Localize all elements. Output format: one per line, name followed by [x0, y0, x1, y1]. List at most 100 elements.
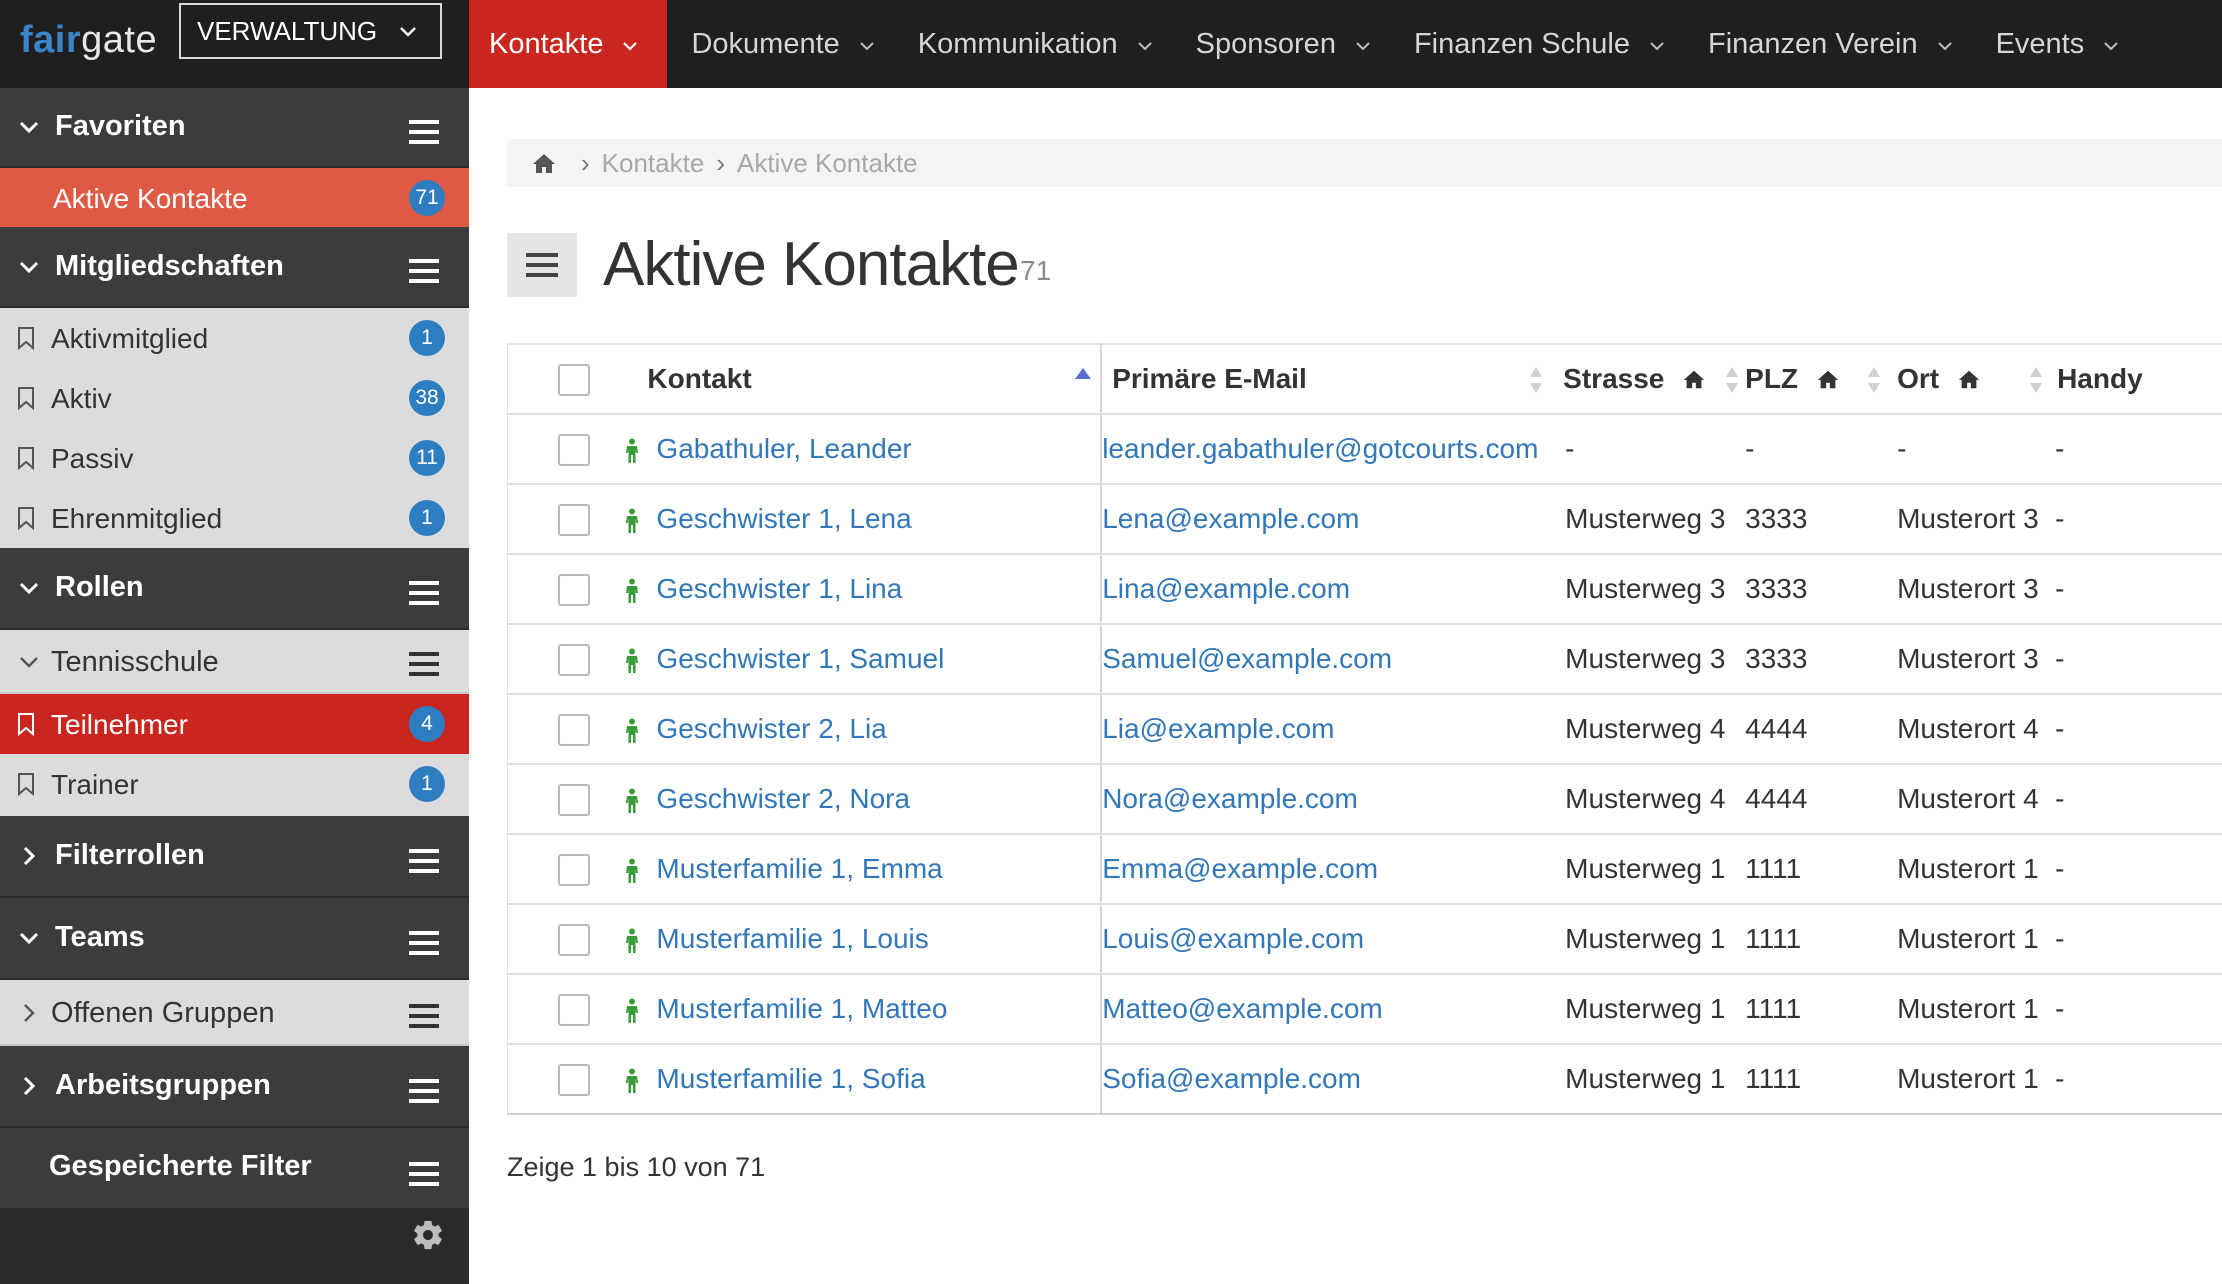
contact-name-link[interactable]: Musterfamilie 1, Sofia	[656, 1063, 925, 1094]
table-row[interactable]: Geschwister 1, Lena Lena@example.com Muste…	[507, 484, 2222, 555]
hamburger-menu-icon[interactable]	[409, 931, 439, 955]
table-row[interactable]: Geschwister 2, Nora Nora@example.com Muste…	[507, 764, 2222, 835]
row-checkbox[interactable]	[558, 503, 590, 536]
nav-dokumente[interactable]: Dokumente	[671, 0, 895, 88]
sidebar-item-aktiv[interactable]: Aktiv 38	[0, 368, 469, 428]
column-header-ort[interactable]: Ort	[1883, 343, 2046, 415]
contact-name-link[interactable]: Geschwister 2, Lia	[656, 713, 886, 744]
sidebar-subsection-offenen-gruppen[interactable]: Offenen Gruppen	[0, 980, 469, 1046]
bookmark-icon	[18, 773, 34, 796]
breadcrumb-link-kontakte[interactable]: Kontakte	[602, 148, 705, 179]
column-header-plz[interactable]: PLZ	[1741, 343, 1884, 415]
row-checkbox[interactable]	[558, 1063, 590, 1096]
sidebar-subsection-tennisschule[interactable]: Tennisschule	[0, 630, 469, 694]
contact-name-link[interactable]: Geschwister 1, Lena	[656, 503, 911, 534]
sidebar-section-gespeicherte-filter[interactable]: Gespeicherte Filter	[0, 1128, 469, 1210]
row-checkbox[interactable]	[558, 993, 590, 1026]
chevron-down-icon	[19, 261, 39, 274]
home-icon[interactable]	[531, 152, 557, 174]
nav-finanzen-verein[interactable]: Finanzen Verein	[1688, 0, 1974, 88]
contact-name-link[interactable]: Musterfamilie 1, Emma	[656, 853, 942, 884]
email-link[interactable]: Matteo@example.com	[1102, 993, 1383, 1024]
hamburger-menu-icon[interactable]	[409, 1004, 439, 1028]
email-link[interactable]: Lena@example.com	[1102, 503, 1359, 534]
hamburger-menu-icon[interactable]	[409, 652, 439, 676]
select-all-checkbox[interactable]	[558, 363, 590, 396]
table-row[interactable]: Musterfamilie 1, Sofia Sofia@example.com M…	[507, 1044, 2222, 1115]
email-link[interactable]: Lia@example.com	[1102, 713, 1334, 744]
table-row[interactable]: Musterfamilie 1, Emma Emma@example.com Mus…	[507, 834, 2222, 905]
hamburger-menu-icon[interactable]	[409, 1162, 439, 1186]
nav-kontakte[interactable]: Kontakte	[469, 0, 668, 88]
contact-name-link[interactable]: Geschwister 2, Nora	[656, 783, 910, 814]
column-header-label: Handy	[2057, 363, 2143, 394]
email-link[interactable]: Lina@example.com	[1102, 573, 1350, 604]
column-header-strasse[interactable]: Strasse	[1551, 343, 1742, 415]
row-checkbox[interactable]	[558, 573, 590, 606]
hamburger-menu-icon[interactable]	[409, 581, 439, 605]
table-row[interactable]: Musterfamilie 1, Louis Louis@example.com M…	[507, 904, 2222, 975]
nav-sponsoren[interactable]: Sponsoren	[1176, 0, 1392, 88]
hamburger-menu-icon[interactable]	[409, 1079, 439, 1103]
module-select[interactable]: VERWALTUNG	[179, 3, 442, 59]
contact-name-link[interactable]: Gabathuler, Leander	[656, 433, 911, 464]
hamburger-menu-icon[interactable]	[409, 120, 439, 144]
email-link[interactable]: Nora@example.com	[1102, 783, 1358, 814]
table-row[interactable]: Geschwister 1, Lina Lina@example.com Muste…	[507, 554, 2222, 625]
page-menu-button[interactable]	[507, 233, 577, 297]
email-link[interactable]: Sofia@example.com	[1102, 1063, 1361, 1094]
table-row[interactable]: Gabathuler, Leander leander.gabathuler@go…	[507, 414, 2222, 485]
brand-logo[interactable]: fair gate	[20, 10, 157, 70]
sort-icon[interactable]	[1725, 365, 1739, 395]
email-link[interactable]: Emma@example.com	[1102, 853, 1378, 884]
nav-finanzen-schule[interactable]: Finanzen Schule	[1394, 0, 1686, 88]
sidebar-section-teams[interactable]: Teams	[0, 898, 469, 980]
nav-events[interactable]: Events	[1976, 0, 2141, 88]
table-row[interactable]: Geschwister 2, Lia Lia@example.com Musterw…	[507, 694, 2222, 765]
sidebar-item-aktive-kontakte[interactable]: Aktive Kontakte 71	[0, 168, 469, 227]
brand-logo-part1: fair	[20, 18, 82, 61]
contact-name-link[interactable]: Musterfamilie 1, Matteo	[656, 993, 947, 1024]
handy-value: -	[2055, 573, 2065, 604]
row-checkbox[interactable]	[558, 713, 590, 746]
chevron-right-icon	[23, 1076, 36, 1096]
contact-name-link[interactable]: Geschwister 1, Lina	[656, 573, 902, 604]
table-row[interactable]: Musterfamilie 1, Matteo Matteo@example.co…	[507, 974, 2222, 1045]
sort-icon[interactable]	[2029, 365, 2043, 395]
ort-cell: Musterort 4	[1883, 694, 2046, 765]
sort-ascending-icon[interactable]	[1074, 367, 1092, 381]
row-checkbox[interactable]	[558, 923, 590, 956]
row-checkbox[interactable]	[558, 643, 590, 676]
nav-kommunikation[interactable]: Kommunikation	[898, 0, 1174, 88]
contact-name-link[interactable]: Musterfamilie 1, Louis	[656, 923, 928, 954]
sidebar-item-teilnehmer[interactable]: Teilnehmer 4	[0, 694, 469, 754]
table-row[interactable]: Geschwister 1, Samuel Samuel@example.com M…	[507, 624, 2222, 695]
sidebar-section-arbeitsgruppen[interactable]: Arbeitsgruppen	[0, 1046, 469, 1128]
column-header-handy[interactable]: Handy	[2045, 343, 2222, 415]
row-checkbox[interactable]	[558, 853, 590, 886]
email-link[interactable]: Samuel@example.com	[1102, 643, 1392, 674]
ort-cell: Musterort 3	[1883, 624, 2046, 695]
sidebar-section-filterrollen[interactable]: Filterrollen	[0, 816, 469, 898]
column-header-email[interactable]: Primäre E-Mail	[1101, 343, 1552, 415]
contact-name-link[interactable]: Geschwister 1, Samuel	[656, 643, 944, 674]
sidebar-item-passiv[interactable]: Passiv 11	[0, 428, 469, 488]
sidebar-item-ehrenmitglied[interactable]: Ehrenmitglied 1	[0, 488, 469, 548]
sort-icon[interactable]	[1867, 365, 1881, 395]
row-checkbox[interactable]	[558, 433, 590, 466]
column-header-kontakt[interactable]: Kontakt	[637, 343, 1103, 415]
gear-icon[interactable]	[411, 1218, 445, 1252]
sidebar-section-mitgliedschaften[interactable]: Mitgliedschaften	[0, 227, 469, 308]
sidebar-section-favoriten[interactable]: Favoriten	[0, 88, 469, 168]
sidebar-item-trainer[interactable]: Trainer 1	[0, 754, 469, 816]
sidebar-section-rollen[interactable]: Rollen	[0, 548, 469, 630]
hamburger-menu-icon[interactable]	[409, 849, 439, 873]
row-checkbox[interactable]	[558, 783, 590, 816]
email-link[interactable]: Louis@example.com	[1102, 923, 1364, 954]
sidebar-item-aktivmitglied[interactable]: Aktivmitglied 1	[0, 308, 469, 368]
sort-icon[interactable]	[1529, 365, 1543, 395]
strasse-cell: Musterweg 1	[1551, 834, 1742, 905]
hamburger-menu-icon[interactable]	[409, 259, 439, 283]
brand-logo-part2: gate	[81, 18, 158, 61]
email-link[interactable]: leander.gabathuler@gotcourts.com	[1102, 433, 1538, 464]
